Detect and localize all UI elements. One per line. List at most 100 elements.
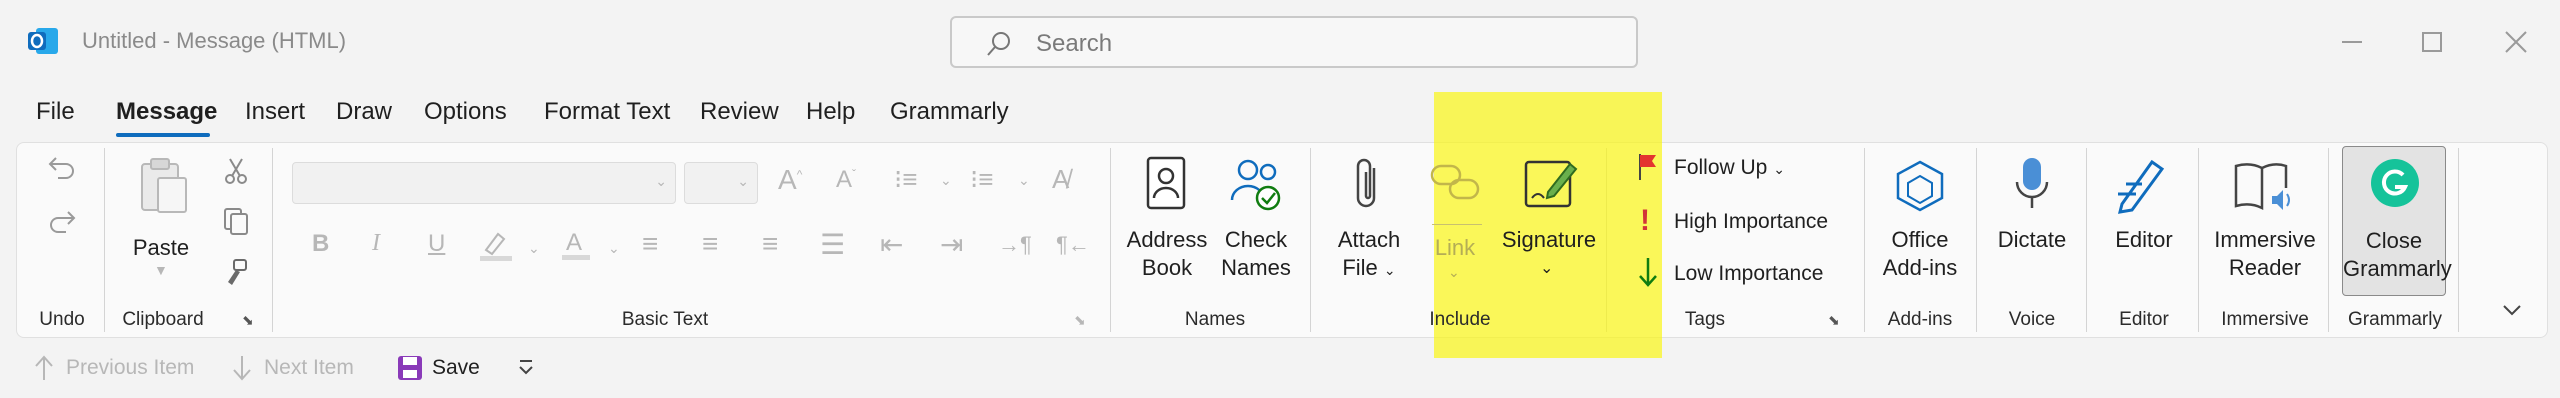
outlook-icon (26, 24, 60, 58)
group-label-addins: Add-ins (1887, 309, 1953, 330)
dictate-button[interactable]: Dictate (1986, 226, 2078, 254)
justify-icon[interactable]: ☰ (820, 228, 845, 261)
tab-review[interactable]: Review (700, 98, 779, 126)
chevron-down-icon[interactable]: ⌄ (940, 172, 952, 189)
numbering-icon[interactable]: ⁝≡ (970, 164, 993, 195)
minimize-button[interactable] (2332, 22, 2372, 62)
chevron-down-icon[interactable]: ⌄ (1018, 172, 1030, 189)
up-arrow-icon (34, 354, 54, 387)
grow-font-icon[interactable]: A^ (778, 164, 802, 196)
tab-file[interactable]: File (36, 98, 75, 126)
tab-insert[interactable]: Insert (245, 98, 305, 126)
clear-formatting-icon[interactable]: A̸ (1052, 164, 1069, 195)
low-importance-button[interactable]: Low Importance (1674, 262, 1823, 286)
flag-icon[interactable] (1636, 152, 1660, 187)
rtl-icon[interactable]: ¶← (1056, 232, 1090, 258)
paste-button[interactable]: Paste (126, 234, 196, 262)
close-window-button[interactable] (2496, 22, 2536, 62)
paperclip-icon[interactable] (1348, 154, 1388, 219)
tab-message[interactable]: Message (116, 98, 217, 126)
close-grammarly-button[interactable]: Close Grammarly (2342, 146, 2452, 296)
tab-format-text[interactable]: Format Text (544, 98, 670, 126)
group-label-voice: Voice (2008, 309, 2056, 330)
group-label-names: Names (1184, 309, 1246, 330)
bold-button[interactable]: B (312, 230, 329, 258)
search-box[interactable]: Search (950, 16, 1638, 68)
group-separator (2328, 148, 2329, 332)
collapse-ribbon-icon[interactable] (2500, 300, 2524, 325)
highlighter-icon[interactable] (478, 228, 514, 267)
save-icon[interactable] (396, 354, 424, 387)
follow-up-button[interactable]: Follow Up ⌄ (1674, 156, 1785, 180)
address-book-button[interactable]: Address Book (1120, 226, 1214, 282)
align-right-icon[interactable]: ≡ (762, 228, 778, 260)
dialog-launcher-icon[interactable]: ⬊ (1074, 312, 1090, 328)
chevron-down-icon[interactable]: ⌄ (1448, 264, 1460, 281)
ltr-icon[interactable]: →¶ (998, 232, 1032, 258)
align-left-icon[interactable]: ≡ (642, 228, 658, 260)
tab-grammarly[interactable]: Grammarly (890, 98, 1009, 126)
close-grammarly-label: Close Grammarly (2343, 228, 2452, 281)
group-separator (1110, 148, 1111, 332)
link-icon[interactable] (1428, 160, 1482, 211)
link-button[interactable]: Link (1418, 234, 1492, 262)
clipboard-icon[interactable] (138, 156, 190, 221)
chevron-down-icon[interactable]: ▼ (154, 262, 168, 278)
chevron-down-icon[interactable]: ⌄ (1540, 258, 1553, 278)
font-name-dropdown[interactable]: ⌄ (292, 162, 676, 204)
check-names-label-line2: Names (1221, 255, 1291, 280)
down-arrow-icon (1636, 256, 1660, 293)
group-separator (1976, 148, 1977, 332)
address-book-icon[interactable] (1142, 154, 1190, 217)
people-check-icon[interactable] (1228, 154, 1284, 219)
check-names-button[interactable]: Check Names (1212, 226, 1300, 282)
group-separator (1864, 148, 1865, 332)
attach-file-button[interactable]: Attach File ⌄ (1322, 226, 1416, 284)
decrease-indent-icon[interactable]: ⇤ (880, 228, 903, 261)
microphone-icon[interactable] (2010, 154, 2054, 219)
font-color-icon[interactable]: A (560, 226, 592, 267)
align-center-icon[interactable]: ≡ (702, 228, 718, 260)
tab-draw[interactable]: Draw (336, 98, 392, 126)
group-label-tags: Tags (1684, 309, 1726, 330)
maximize-button[interactable] (2412, 22, 2452, 62)
chevron-down-icon[interactable]: ⌄ (608, 240, 620, 257)
attach-file-label-line1: Attach (1337, 227, 1401, 252)
tab-help[interactable]: Help (806, 98, 855, 126)
increase-indent-icon[interactable]: ⇥ (940, 228, 963, 261)
down-arrow-icon (232, 354, 252, 387)
group-label-basic-text: Basic Text (621, 309, 709, 330)
underline-button[interactable]: U (428, 230, 445, 258)
brush-icon[interactable] (222, 258, 250, 293)
bullets-icon[interactable]: ⁝≡ (894, 164, 917, 195)
dialog-launcher-icon[interactable]: ⬊ (242, 312, 258, 328)
search-icon (984, 29, 1014, 64)
exclamation-icon: ! (1640, 204, 1650, 237)
save-button[interactable]: Save (432, 356, 480, 380)
shrink-font-icon[interactable]: Aˇ (836, 166, 856, 194)
hexagon-icon[interactable] (1892, 158, 1948, 219)
editor-pen-icon[interactable] (2112, 154, 2172, 219)
copy-icon[interactable] (222, 206, 250, 241)
undo-icon[interactable] (46, 150, 78, 187)
immersive-reader-button[interactable]: Immersive Reader (2210, 226, 2320, 282)
signature-button[interactable]: Signature (1498, 226, 1600, 254)
next-item-button[interactable]: Next Item (264, 356, 354, 380)
group-separator (272, 148, 273, 332)
group-separator (2086, 148, 2087, 332)
book-speaker-icon[interactable] (2232, 158, 2296, 219)
tab-options[interactable]: Options (424, 98, 507, 126)
previous-item-button[interactable]: Previous Item (66, 356, 194, 380)
editor-button[interactable]: Editor (2098, 226, 2190, 254)
redo-icon[interactable] (46, 204, 78, 241)
chevron-down-icon: ⌄ (737, 173, 749, 189)
customize-qat-icon[interactable] (516, 356, 536, 385)
signature-pen-icon[interactable] (1522, 154, 1582, 219)
chevron-down-icon[interactable]: ⌄ (528, 240, 540, 257)
dialog-launcher-icon[interactable]: ⬊ (1828, 312, 1844, 328)
scissors-icon[interactable] (222, 156, 250, 191)
high-importance-button[interactable]: High Importance (1674, 210, 1828, 234)
font-size-dropdown[interactable]: ⌄ (684, 162, 758, 204)
italic-button[interactable]: I (372, 230, 380, 257)
office-addins-button[interactable]: Office Add-ins (1870, 226, 1970, 282)
